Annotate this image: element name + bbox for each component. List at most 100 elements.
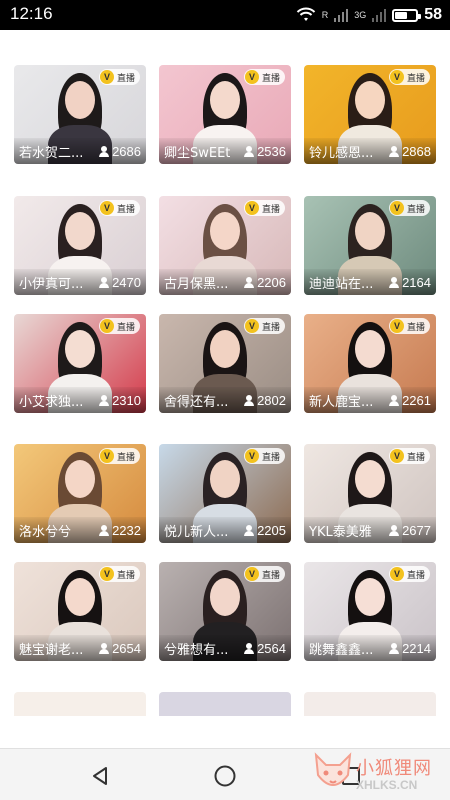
streamer-name: 卿尘SwEEt — [164, 145, 231, 161]
streamer-name: 魅宝谢老... — [19, 642, 84, 658]
viewer-count-value: 2205 — [257, 522, 286, 538]
verified-icon: V — [389, 319, 404, 333]
stream-card[interactable]: V 直播魅宝谢老... 2654 — [14, 562, 146, 661]
viewer-count-value: 2802 — [257, 392, 286, 408]
user-icon — [389, 642, 400, 654]
fox-logo-icon — [314, 752, 352, 786]
wifi-icon — [296, 7, 315, 21]
live-badge: V 直播 — [388, 448, 430, 464]
stream-card[interactable] — [159, 692, 291, 716]
stream-card[interactable]: V 直播铃儿感恩... 2868 — [304, 65, 436, 164]
stream-card[interactable]: V 直播 卿尘SwEEt 2536 — [159, 65, 291, 164]
stream-caption: 小伊真可... 2470 — [14, 269, 146, 295]
status-bar: 12:16 R 3G 58 — [0, 0, 450, 30]
live-badge: V 直播 — [388, 566, 430, 582]
viewer-count-value: 2232 — [112, 522, 141, 538]
viewer-count: 2686 — [99, 144, 141, 159]
battery-icon — [392, 8, 422, 22]
user-icon — [389, 394, 400, 406]
viewer-count-value: 2206 — [257, 274, 286, 290]
user-icon — [99, 524, 110, 536]
streamer-name: 小伊真可... — [19, 276, 84, 292]
verified-icon: V — [389, 449, 404, 463]
stream-caption: 小艾求独... 2310 — [14, 387, 146, 413]
back-button[interactable] — [87, 763, 113, 789]
stream-card[interactable]: V 直播 洛水兮兮 2232 — [14, 444, 146, 543]
verified-icon: V — [99, 567, 114, 581]
verified-icon: V — [244, 201, 259, 215]
stream-card[interactable]: V 直播 迪迪站在... 2164 — [304, 196, 436, 295]
stream-card[interactable]: V 直播若水贺二... 2686 — [14, 65, 146, 164]
stream-caption: 铃儿感恩... 2868 — [304, 138, 436, 164]
live-label: 直播 — [406, 570, 425, 581]
user-icon — [244, 394, 255, 406]
stream-card[interactable]: V 直播 YKL泰美雅 2677 — [304, 444, 436, 543]
verified-icon: V — [389, 567, 404, 581]
live-label: 直播 — [261, 73, 280, 84]
live-badge: V 直播 — [243, 566, 285, 582]
viewer-count: 2536 — [244, 144, 286, 159]
viewer-count-value: 2164 — [402, 274, 431, 290]
live-badge: V 直播 — [243, 200, 285, 216]
live-label: 直播 — [406, 73, 425, 84]
stream-caption: 悦儿新人... 2205 — [159, 517, 291, 543]
live-label: 直播 — [261, 570, 280, 581]
network-type: 3G — [354, 10, 367, 20]
stream-card[interactable]: V 直播小伊真可... 2470 — [14, 196, 146, 295]
live-badge: V 直播 — [243, 448, 285, 464]
stream-card[interactable]: V 直播舍得还有... 2802 — [159, 314, 291, 413]
battery-level: 58 — [424, 6, 442, 23]
stream-card[interactable]: V 直播小艾求独... 2310 — [14, 314, 146, 413]
user-icon — [389, 145, 400, 157]
stream-card[interactable]: V 直播新人鹿宝... 2261 — [304, 314, 436, 413]
viewer-count-value: 2261 — [402, 392, 431, 408]
streamer-name: 舍得还有... — [164, 394, 229, 410]
verified-icon: V — [244, 319, 259, 333]
streamer-name: 若水贺二... — [19, 145, 84, 161]
live-badge: V 直播 — [98, 318, 140, 334]
streamer-name: 新人鹿宝... — [309, 394, 374, 410]
verified-icon: V — [99, 201, 114, 215]
stream-caption: 魅宝谢老... 2654 — [14, 635, 146, 661]
watermark-url: XHLKS.CN — [356, 778, 418, 792]
viewer-count: 2164 — [389, 275, 431, 290]
stream-card[interactable]: V 直播悦儿新人... 2205 — [159, 444, 291, 543]
streamer-name: 迪迪站在... — [309, 276, 374, 292]
viewer-count: 2310 — [99, 393, 141, 408]
stream-caption: 跳舞鑫鑫... 2214 — [304, 635, 436, 661]
stream-card[interactable] — [14, 692, 146, 716]
live-label: 直播 — [116, 322, 135, 333]
viewer-count: 2232 — [99, 523, 141, 538]
user-icon — [99, 394, 110, 406]
streamer-name: 铃儿感恩... — [309, 145, 374, 161]
stream-card[interactable]: V 直播 兮雅想有... 2564 — [159, 562, 291, 661]
home-button[interactable] — [212, 763, 238, 789]
viewer-count: 2654 — [99, 641, 141, 656]
verified-icon: V — [244, 567, 259, 581]
viewer-count-value: 2654 — [112, 640, 141, 656]
verified-icon: V — [389, 70, 404, 84]
live-badge: V 直播 — [98, 200, 140, 216]
live-badge: V 直播 — [98, 69, 140, 85]
status-time: 12:16 — [10, 4, 53, 23]
stream-card[interactable]: V 直播跳舞鑫鑫... 2214 — [304, 562, 436, 661]
live-label: 直播 — [116, 204, 135, 215]
live-label: 直播 — [406, 322, 425, 333]
verified-icon: V — [244, 449, 259, 463]
stream-caption: 迪迪站在... 2164 — [304, 269, 436, 295]
live-badge: V 直播 — [388, 69, 430, 85]
streamer-name: YKL泰美雅 — [309, 524, 372, 540]
viewer-count-value: 2868 — [402, 143, 431, 159]
stream-card[interactable]: V 直播古月保黑... 2206 — [159, 196, 291, 295]
live-badge: V 直播 — [98, 566, 140, 582]
live-label: 直播 — [406, 452, 425, 463]
stream-card[interactable] — [304, 692, 436, 716]
user-icon — [244, 524, 255, 536]
verified-icon: V — [99, 449, 114, 463]
streamer-name: 小艾求独... — [19, 394, 84, 410]
live-label: 直播 — [261, 204, 280, 215]
watermark-name: 小狐狸网 — [356, 758, 432, 778]
live-badge: V 直播 — [98, 448, 140, 464]
live-label: 直播 — [261, 322, 280, 333]
stream-caption: 古月保黑... 2206 — [159, 269, 291, 295]
